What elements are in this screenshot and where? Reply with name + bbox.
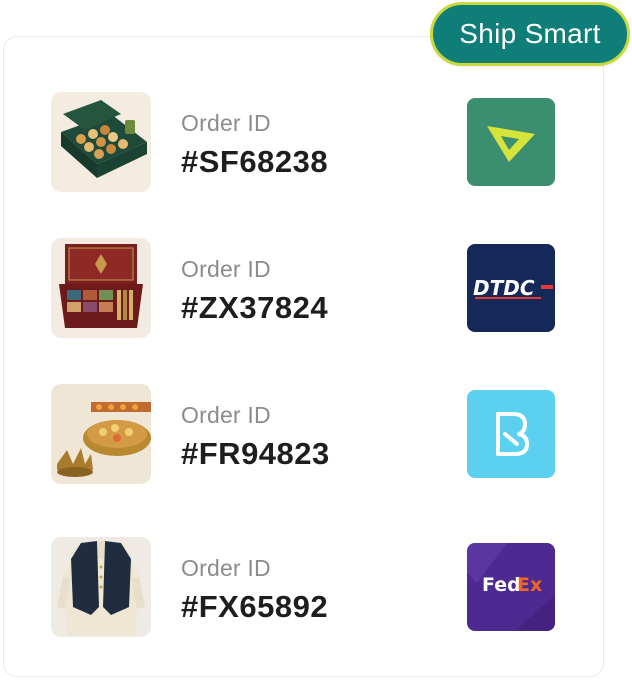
svg-text:DTDC: DTDC [473,276,535,300]
order-row[interactable]: Order ID #ZX37824 DTDC [0,238,632,338]
order-id-label: Order ID [181,256,271,282]
dtdc-logo: DTDC [467,244,555,332]
fedex-logo: Fed Ex [467,543,555,631]
blue-b-logo [467,390,555,478]
diya-thali-image [51,384,151,484]
order-row[interactable]: Order ID #FR94823 [0,384,632,484]
order-row[interactable]: Order ID #FX65892 Fed Ex [0,537,632,637]
order-id-label: Order ID [181,555,271,581]
order-id-label: Order ID [181,110,271,136]
svg-text:Ex: Ex [517,574,542,596]
order-id-label: Order ID [181,402,271,428]
order-id-value: #ZX37824 [181,290,329,325]
svg-text:Fed: Fed [482,574,521,596]
order-id-value: #FX65892 [181,589,329,624]
nehru-jacket-kurta-image [51,537,151,637]
order-id-value: #SF68238 [181,144,329,179]
ship-smart-label: Ship Smart [459,18,601,49]
order-row[interactable]: Order ID #SF68238 [0,92,632,192]
makeup-kit-box-image [51,238,151,338]
ship-smart-badge: Ship Smart [430,2,630,66]
shiprocket-style-logo [467,98,555,186]
gift-box-of-sweets-image [51,92,151,192]
order-id-value: #FR94823 [181,436,330,471]
